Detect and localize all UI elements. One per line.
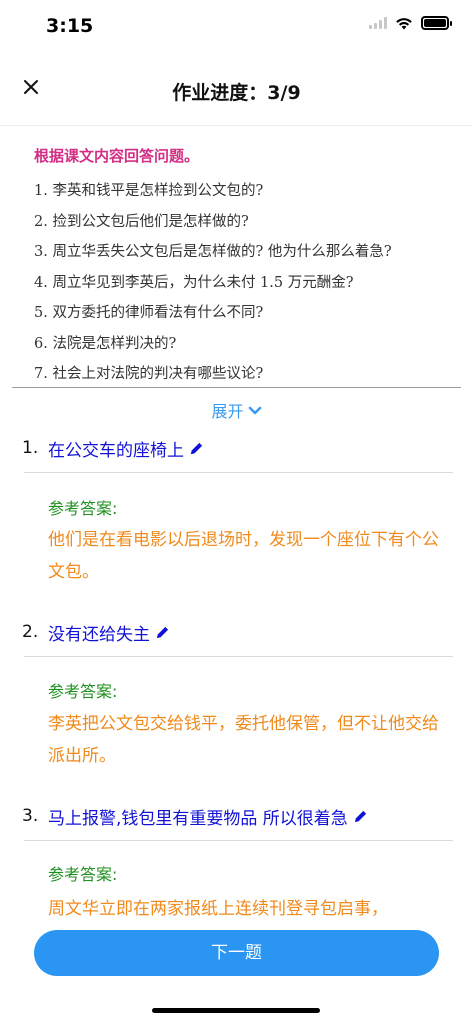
screen: 3:15 作业进度：3/9 根据课文内容回答问题。 1. 李英和钱平是怎样捡到公… (0, 0, 473, 1024)
nav-bar: 作业进度：3/9 (0, 60, 473, 118)
answer-number: 2. (22, 622, 39, 642)
answer-row[interactable]: 1. 在公交车的座椅上 (22, 433, 452, 463)
pencil-icon (190, 442, 203, 454)
question-item: 5. 双方委托的律师看法有什么不同? (34, 305, 264, 321)
answer-item: 1. 在公交车的座椅上 (22, 433, 452, 463)
reference-text: 李英把公文包交给钱平，委托他保管，但不让他交给派出所。 (48, 714, 439, 766)
answer-text: 没有还给失主 (48, 624, 150, 645)
pencil-icon (354, 810, 366, 822)
reference-text: 周文华立即在两家报纸上连续刊登寻包启事， (48, 899, 388, 919)
expand-label: 展开 (211, 402, 244, 421)
answer-divider (24, 656, 453, 657)
question-item: 4. 周立华见到李英后，为什么未付 1.5 万元酬金? (34, 274, 354, 291)
reference-label: 参考答案: (48, 682, 118, 701)
reference-label: 参考答案: (48, 865, 118, 884)
question-item: 2. 捡到公文包后他们是怎样做的? (34, 213, 249, 230)
reference-label: 参考答案: (48, 499, 118, 518)
battery-icon (421, 16, 452, 30)
answer-text: 马上报警,钱包里有重要物品 所以很着急 (48, 808, 348, 829)
question-panel: 根据课文内容回答问题。 1. 李英和钱平是怎样捡到公文包的? 2. 捡到公文包后… (34, 145, 464, 392)
answer-text: 在公交车的座椅上 (48, 440, 184, 461)
wifi-icon (396, 18, 412, 30)
nav-divider (0, 125, 473, 126)
status-bar: 3:15 (0, 0, 473, 52)
question-divider (12, 387, 461, 388)
question-item: 3. 周立华丢失公文包后是怎样做的? 他为什么那么着急? (34, 244, 392, 260)
status-time: 3:15 (46, 15, 94, 37)
next-question-button[interactable]: 下一题 (34, 930, 439, 976)
question-item: 1. 李英和钱平是怎样捡到公文包的? (34, 183, 264, 199)
answer-number: 1. (22, 438, 39, 458)
question-item: 6. 法院是怎样判决的? (34, 335, 177, 352)
edit-answer-button[interactable] (353, 809, 368, 824)
pencil-icon (156, 626, 169, 638)
edit-answer-button[interactable] (155, 625, 170, 640)
home-indicator (152, 1008, 320, 1013)
reference-text: 他们是在看电影以后退场时，发现一个座位下有个公文包。 (48, 530, 439, 582)
page-title: 作业进度：3/9 (172, 82, 301, 104)
answer-row[interactable]: 2. 没有还给失主 (22, 617, 452, 647)
status-icons (369, 16, 452, 30)
answer-row[interactable]: 3. 马上报警,钱包里有重要物品 所以很着急 (22, 801, 452, 831)
question-list: 1. 李英和钱平是怎样捡到公文包的? 2. 捡到公文包后他们是怎样做的? 3. … (34, 178, 464, 392)
answer-divider (24, 840, 453, 841)
edit-answer-button[interactable] (189, 441, 204, 456)
answer-number: 3. (22, 806, 39, 826)
answer-item: 3. 马上报警,钱包里有重要物品 所以很着急 (22, 801, 452, 831)
chevron-down-icon (248, 406, 261, 415)
question-heading: 根据课文内容回答问题。 (34, 147, 200, 165)
signal-icon (369, 17, 387, 29)
answer-divider (24, 472, 453, 473)
expand-button[interactable]: 展开 (0, 398, 473, 422)
answer-item: 2. 没有还给失主 (22, 617, 452, 647)
